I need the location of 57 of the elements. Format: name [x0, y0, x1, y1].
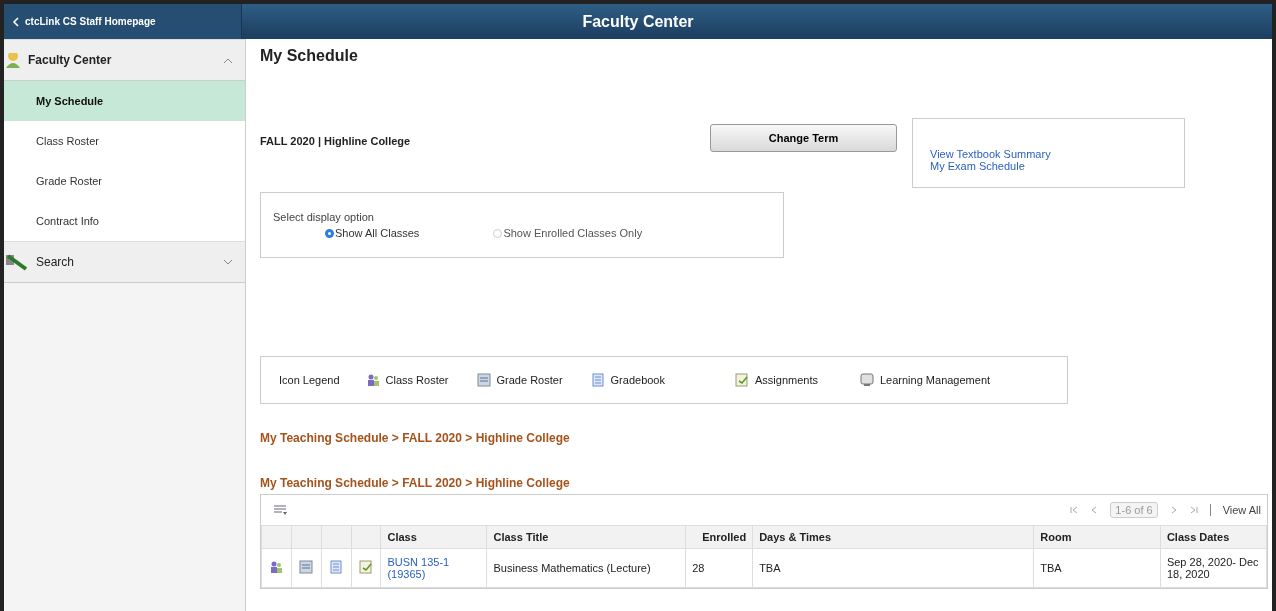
view-all-link[interactable]: View All [1222, 504, 1261, 516]
legend-item-label: Grade Roster [496, 374, 563, 386]
column-header: Enrolled [685, 525, 753, 549]
back-button[interactable]: ctcLink CS Staff Homepage [4, 4, 242, 39]
breadcrumb: My Teaching Schedule > FALL 2020 > Highline College [260, 431, 571, 445]
table-cell: TBA [1033, 548, 1161, 588]
column-header: Class Dates [1160, 525, 1267, 549]
sidebar-item[interactable]: Contract Info [4, 201, 245, 241]
link[interactable]: My Exam Schedule [930, 160, 1025, 172]
radio-button[interactable] [493, 228, 503, 238]
people-icon [365, 373, 380, 387]
sidebar-item[interactable]: Class Roster [4, 121, 245, 161]
column-header: Room [1033, 525, 1161, 549]
column-header: Class Title [487, 525, 686, 549]
sidebar-group[interactable]: Search [4, 241, 245, 283]
monitor-icon [860, 373, 874, 387]
column-header: Days & Times [752, 525, 1034, 549]
sidebar-item[interactable]: Grade Roster [4, 161, 245, 201]
back-icon [12, 16, 20, 27]
breadcrumb: My Teaching Schedule > FALL 2020 > Highline College [260, 476, 571, 490]
grid-settings-icon[interactable] [273, 504, 287, 516]
radio-option[interactable]: Show Enrolled Classes Only [493, 227, 643, 239]
change-term-button[interactable]: Change Term [710, 124, 897, 152]
assignment-icon [735, 373, 749, 387]
table-cell: Sep 28, 2020- Dec 18, 2020 [1160, 548, 1267, 588]
grade-sheet-icon [476, 373, 491, 387]
gradebook-icon [590, 373, 605, 387]
assignment-icon[interactable] [359, 560, 373, 574]
table-cell: TBA [752, 548, 1034, 588]
gradebook-icon[interactable] [329, 560, 344, 574]
people-icon[interactable] [269, 560, 284, 574]
last-page-icon[interactable] [1189, 506, 1198, 514]
link[interactable]: View Textbook Summary [930, 148, 1051, 160]
people-icon [6, 52, 20, 68]
sidebar-group[interactable]: Faculty Center [4, 39, 245, 81]
legend-item-label: Class Roster [385, 374, 449, 386]
first-page-icon[interactable] [1070, 506, 1079, 514]
caret-icon [223, 56, 233, 64]
legend-item-label: Learning Management [880, 374, 991, 386]
table-cell: Business Mathematics (Lecture) [487, 548, 686, 588]
column-header: Class [380, 525, 487, 549]
caret-icon [223, 258, 233, 266]
previous-page-icon[interactable] [1090, 506, 1099, 514]
legend-item-label: Assignments [755, 374, 818, 386]
radio-button[interactable] [325, 228, 334, 238]
sidebar-item[interactable]: My Schedule [4, 81, 245, 121]
page-title: My Schedule [260, 47, 359, 65]
table-cell: 28 [685, 548, 753, 588]
next-page-icon[interactable] [1169, 506, 1178, 514]
grade-sheet-icon[interactable] [299, 560, 314, 574]
option-label: Select display option [273, 211, 375, 223]
radio-option[interactable]: Show All Classes [325, 227, 420, 239]
legend-item-label: Gradebook [610, 374, 665, 386]
header-title: Faculty Center [582, 12, 694, 31]
legend-label: Icon Legend [279, 374, 340, 386]
term-label: FALL 2020 | Highline College [260, 134, 411, 147]
wand-icon [6, 253, 28, 271]
